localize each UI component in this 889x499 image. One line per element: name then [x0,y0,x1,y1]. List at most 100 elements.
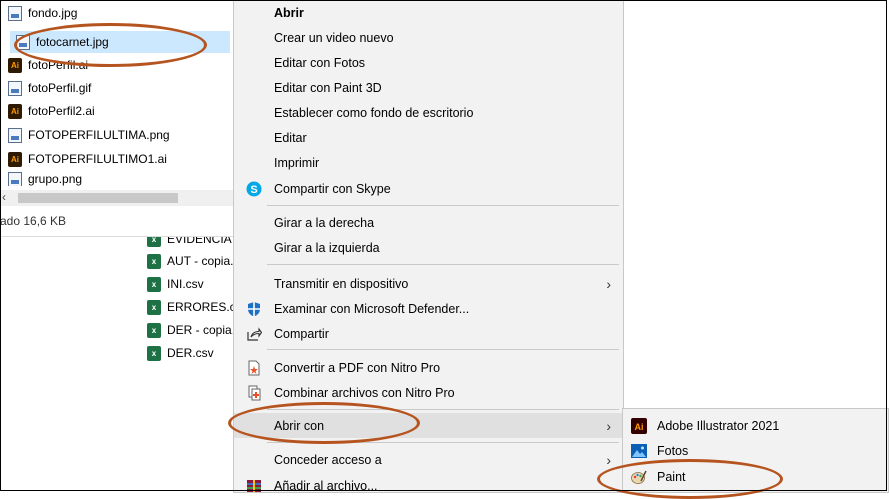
menu-item-label: Abrir [274,5,304,20]
excel-csv-icon: x [147,253,161,269]
menu-item-crear-video[interactable]: Crear un video nuevo [234,25,623,50]
menu-item-abrir[interactable]: Abrir [234,0,623,25]
status-bar-size: ado 16,6 KB [0,214,67,228]
menu-item-editar[interactable]: Editar [234,125,623,150]
menu-separator [267,205,619,206]
menu-item-compartir-skype[interactable]: S Compartir con Skype [234,176,623,201]
file-name: FOTOPERFILULTIMA.png [28,128,170,142]
paint-palette-icon [631,470,647,484]
menu-item-label: Convertir a PDF con Nitro Pro [274,360,441,375]
illustrator-file-icon: Ai [8,151,22,167]
menu-item-label: Editar [274,130,307,145]
submenu-item-paint[interactable]: Paint [623,465,888,489]
svg-text:Ai: Ai [635,422,644,432]
menu-item-anadir-archivo[interactable]: Añadir al archivo... [234,473,623,498]
image-file-icon [16,34,30,50]
nitro-combine-icon [248,385,261,400]
file-item[interactable]: FOTOPERFILULTIMA.png [8,124,170,146]
menu-separator [267,349,619,350]
menu-item-editar-paint3d[interactable]: Editar con Paint 3D [234,75,623,100]
file-item-selected[interactable]: fotocarnet.jpg [10,31,230,53]
image-file-icon [8,5,22,21]
menu-item-label: Compartir [274,326,329,341]
horizontal-scrollbar[interactable]: ‹ [0,190,233,206]
file-name: DER - copia.csv [167,323,233,337]
menu-item-abrir-con[interactable]: Abrir con › [234,413,623,438]
menu-item-fondo-escritorio[interactable]: Establecer como fondo de escritorio [234,100,623,125]
menu-item-label: Girar a la izquierda [274,240,380,255]
scroll-left-icon[interactable]: ‹ [2,190,6,204]
winrar-archive-icon [247,479,261,492]
excel-csv-icon: x [147,345,161,361]
excel-csv-icon: x [147,322,161,338]
file-name: fondo.jpg [28,6,78,20]
file-name: DER.csv [167,346,214,360]
file-name: FOTOPERFILULTIMO1.ai [28,152,167,166]
submenu-item-label: Fotos [657,444,689,458]
menu-item-label: Examinar con Microsoft Defender... [274,301,470,316]
share-icon [247,326,262,341]
submenu-item-fotos[interactable]: Fotos [623,439,888,463]
illustrator-file-icon: Ai [8,103,22,119]
file-item[interactable]: fondo.jpg [8,2,77,24]
list-item[interactable]: x DER.csv [147,342,233,364]
file-name: fotoPerfil2.ai [28,104,95,118]
file-name: AUT - copia.csv [167,254,233,268]
file-item[interactable]: Ai fotoPerfil.ai [8,54,88,76]
list-item[interactable]: x ERRORES.csv [147,296,233,318]
chevron-right-icon: › [606,451,611,468]
excel-csv-icon: x [147,299,161,315]
menu-item-nitro-combinar[interactable]: Combinar archivos con Nitro Pro [234,380,623,405]
menu-item-girar-izquierda[interactable]: Girar a la izquierda [234,235,623,260]
list-item[interactable]: x DER - copia.csv [147,319,233,341]
skype-icon: S [246,181,262,196]
list-item[interactable]: x AUT - copia.csv [147,250,233,272]
image-file-icon [8,80,22,96]
menu-item-label: Combinar archivos con Nitro Pro [274,385,455,400]
menu-item-label: Editar con Fotos [274,55,366,70]
menu-item-transmitir[interactable]: Transmitir en dispositivo › [234,271,623,296]
file-item[interactable]: Ai FOTOPERFILULTIMO1.ai [8,148,167,170]
menu-item-label: Imprimir [274,155,320,170]
menu-item-label: Editar con Paint 3D [274,80,382,95]
menu-item-conceder-acceso[interactable]: Conceder acceso a › [234,447,623,472]
file-item[interactable]: fotoPerfil.gif [8,77,91,99]
scrollbar-thumb[interactable] [18,193,178,203]
menu-item-label: Crear un video nuevo [274,30,394,45]
file-item[interactable]: Ai fotoPerfil2.ai [8,100,95,122]
menu-item-label: Abrir con [274,418,325,433]
image-file-icon [8,172,22,186]
photos-icon [631,444,647,458]
file-explorer-pane: fondo.jpg fotocarnet.jpg Ai fotoPerfil.a… [0,0,234,237]
submenu-item-illustrator[interactable]: Ai Adobe Illustrator 2021 [623,414,888,438]
menu-item-label: Conceder acceso a [274,452,382,467]
menu-separator [267,264,619,265]
file-name: ERRORES.csv [167,300,233,314]
menu-item-label: Compartir con Skype [274,181,391,196]
chevron-right-icon: › [606,417,611,434]
svg-text:S: S [250,184,257,196]
list-item[interactable]: x INI.csv [147,273,233,295]
menu-item-label: Transmitir en dispositivo [274,276,409,291]
defender-shield-icon [248,301,260,316]
image-file-icon [8,127,22,143]
submenu-item-label: Adobe Illustrator 2021 [657,419,780,433]
menu-item-compartir[interactable]: Compartir [234,321,623,346]
illustrator-file-icon: Ai [8,57,22,73]
menu-item-label: Establecer como fondo de escritorio [274,105,474,120]
file-name: fotocarnet.jpg [36,35,109,49]
open-with-submenu: Ai Adobe Illustrator 2021 Fotos Paint [622,408,889,493]
menu-item-label: Girar a la derecha [274,215,375,230]
file-item[interactable]: grupo.png [8,172,82,186]
menu-item-imprimir[interactable]: Imprimir [234,150,623,175]
menu-item-label: Añadir al archivo... [274,478,378,493]
file-name: INI.csv [167,277,204,291]
menu-item-girar-derecha[interactable]: Girar a la derecha [234,210,623,235]
excel-csv-icon: x [147,276,161,292]
menu-item-editar-fotos[interactable]: Editar con Fotos [234,50,623,75]
nitro-convert-icon [248,360,260,375]
menu-separator [267,442,619,443]
menu-item-nitro-pdf[interactable]: Convertir a PDF con Nitro Pro [234,355,623,380]
file-name: fotoPerfil.gif [28,81,92,95]
menu-item-defender[interactable]: Examinar con Microsoft Defender... [234,296,623,321]
